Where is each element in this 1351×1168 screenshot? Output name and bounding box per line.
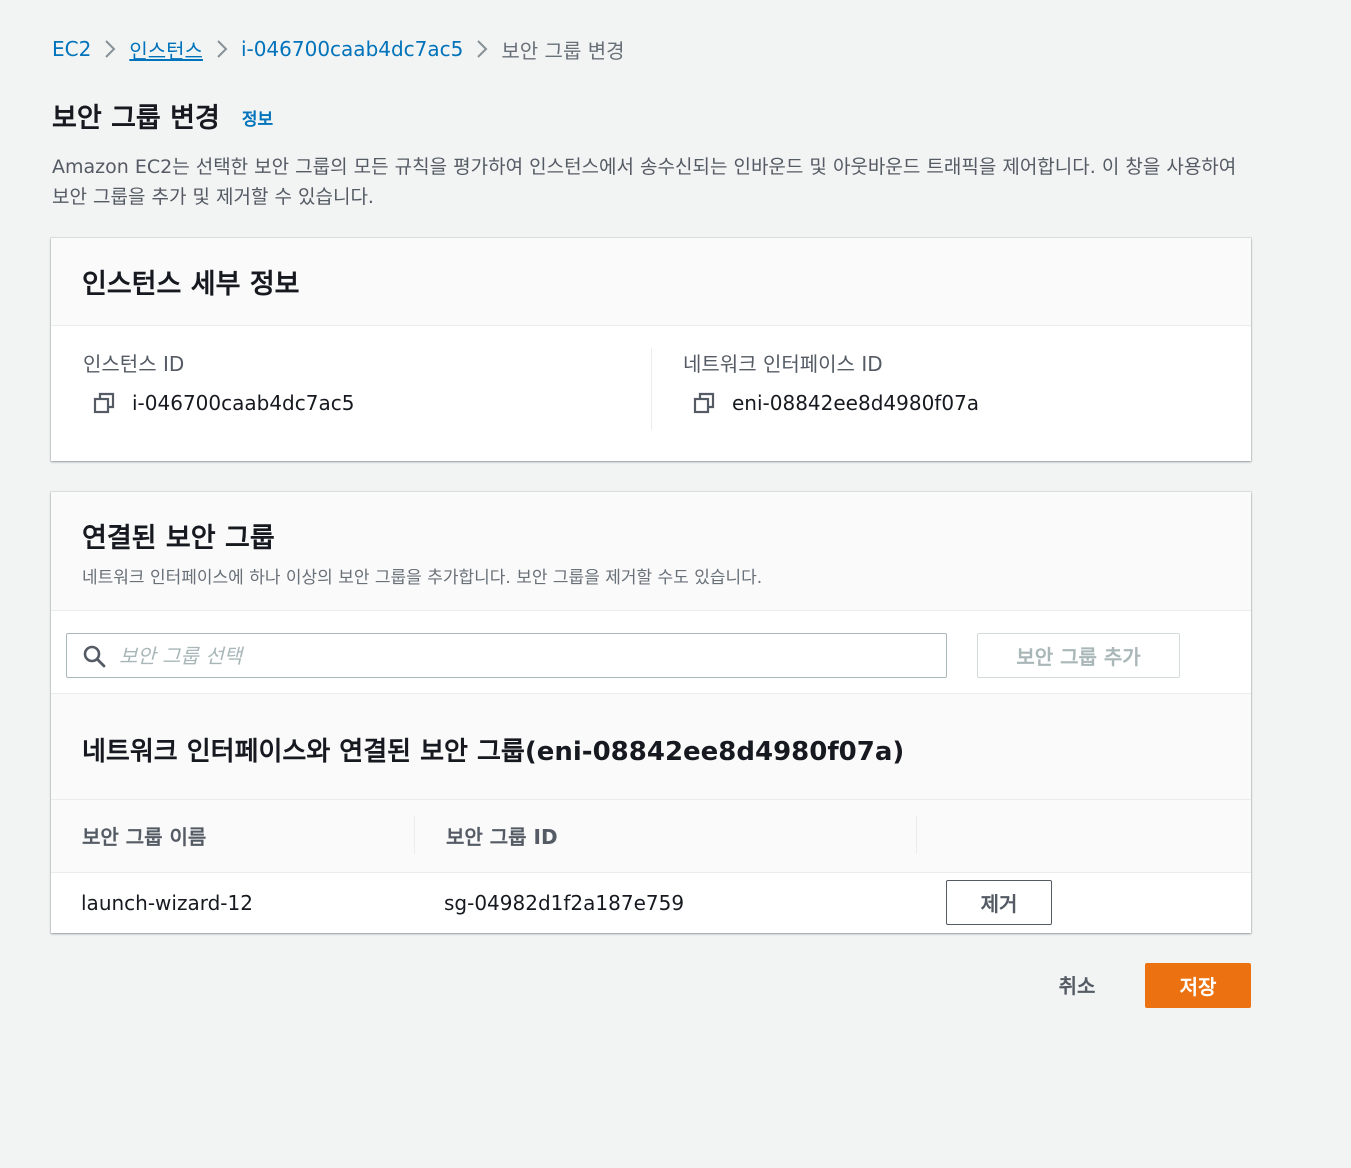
instance-id-value: i-046700caab4dc7ac5 (132, 391, 355, 415)
instance-details-panel: 인스턴스 세부 정보 인스턴스 ID i-046700caab4dc7ac5 네… (51, 238, 1251, 461)
security-groups-panel: 연결된 보안 그룹 네트워크 인터페이스에 하나 이상의 보안 그룹을 추가합니… (51, 492, 1251, 933)
column-header-name: 보안 그룹 이름 (82, 825, 207, 849)
chevron-right-icon (463, 39, 501, 59)
breadcrumb: EC2 인스턴스 i-046700caab4dc7ac5 보안 그룹 변경 (52, 34, 625, 64)
chevron-right-icon (203, 39, 241, 59)
security-group-search[interactable] (66, 633, 947, 678)
copy-icon[interactable] (693, 392, 715, 414)
table-title: 네트워크 인터페이스와 연결된 보안 그룹(eni-08842ee8d4980f… (82, 737, 905, 767)
page-title: 보안 그룹 변경 (52, 103, 220, 134)
chevron-right-icon (91, 39, 129, 59)
security-group-search-input[interactable] (119, 634, 946, 677)
search-row: 보안 그룹 추가 (51, 611, 1251, 694)
eni-id-value: eni-08842ee8d4980f07a (732, 391, 980, 415)
breadcrumb-current: 보안 그룹 변경 (501, 38, 625, 63)
breadcrumb-instance-link[interactable]: i-046700caab4dc7ac5 (241, 37, 463, 61)
info-link[interactable]: 정보 (242, 105, 273, 130)
security-group-name: launch-wizard-12 (81, 891, 253, 915)
table-row: launch-wizard-12 sg-04982d1f2a187e759 제거 (51, 873, 1251, 933)
column-divider (651, 348, 652, 430)
security-groups-title: 연결된 보안 그룹 (82, 523, 275, 554)
instance-details-header: 인스턴스 세부 정보 (51, 238, 1251, 326)
remove-button[interactable]: 제거 (946, 880, 1052, 925)
eni-id-field: 네트워크 인터페이스 ID eni-08842ee8d4980f07a (651, 326, 1251, 460)
cancel-button[interactable]: 취소 (1030, 962, 1124, 1007)
security-group-id: sg-04982d1f2a187e759 (444, 891, 685, 915)
search-icon (82, 644, 106, 668)
instance-id-label: 인스턴스 ID (83, 352, 185, 376)
breadcrumb-ec2-link[interactable]: EC2 (52, 37, 91, 61)
table-header: 보안 그룹 이름 보안 그룹 ID (51, 800, 1251, 873)
page-description: Amazon EC2는 선택한 보안 그룹의 모든 규칙을 평가하여 인스턴스에… (52, 156, 1237, 208)
column-separator (414, 816, 415, 854)
table-title-row: 네트워크 인터페이스와 연결된 보안 그룹(eni-08842ee8d4980f… (51, 694, 1251, 800)
security-groups-header: 연결된 보안 그룹 네트워크 인터페이스에 하나 이상의 보안 그룹을 추가합니… (51, 492, 1251, 611)
copy-icon[interactable] (93, 392, 115, 414)
instance-id-field: 인스턴스 ID i-046700caab4dc7ac5 (51, 326, 651, 460)
security-groups-description: 네트워크 인터페이스에 하나 이상의 보안 그룹을 추가합니다. 보안 그룹을 … (82, 568, 763, 588)
instance-details-title: 인스턴스 세부 정보 (82, 269, 300, 300)
breadcrumb-instances-link[interactable]: 인스턴스 (129, 35, 203, 64)
save-button[interactable]: 저장 (1145, 963, 1251, 1008)
column-separator (916, 816, 917, 854)
add-security-group-button[interactable]: 보안 그룹 추가 (977, 633, 1180, 678)
page-header: 보안 그룹 변경 정보 (52, 96, 273, 135)
eni-id-label: 네트워크 인터페이스 ID (683, 352, 883, 376)
column-header-id: 보안 그룹 ID (446, 825, 558, 849)
